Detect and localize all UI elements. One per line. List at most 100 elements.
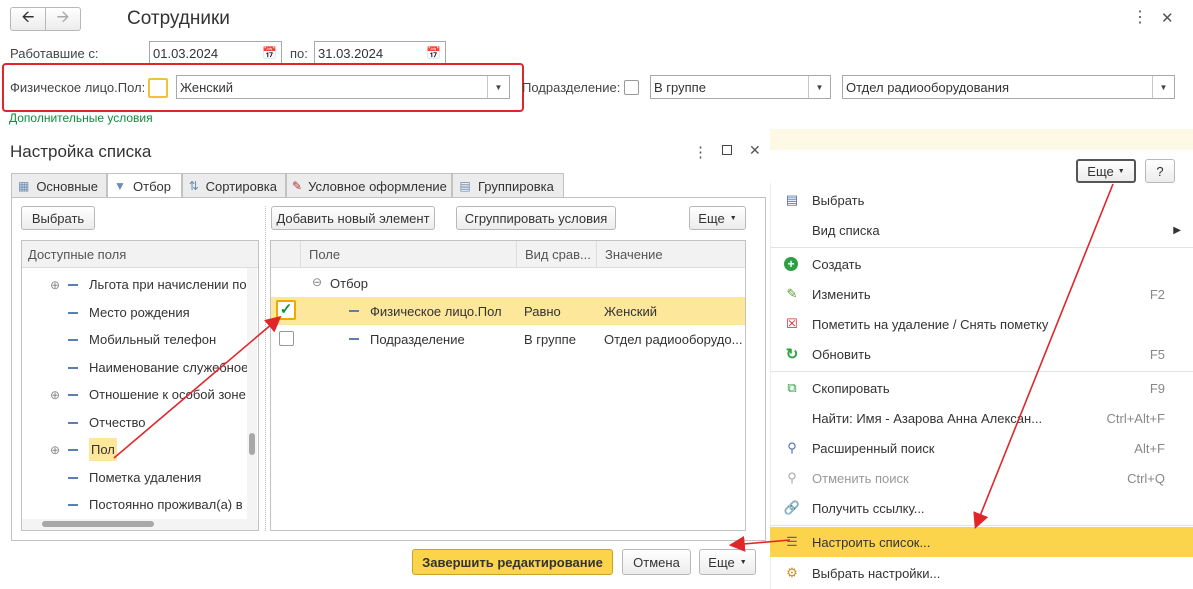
menu-separator [770, 525, 1193, 526]
close-icon[interactable]: ✕ [1161, 9, 1174, 27]
close-icon[interactable]: ✕ [749, 142, 761, 159]
tab-grouping[interactable]: ▤ Группировка [452, 173, 564, 198]
gender-filter-checkbox[interactable] [148, 78, 168, 98]
list-header-strip [770, 129, 1193, 150]
menu-item-list-view[interactable]: Вид списка ▶ [770, 215, 1193, 245]
field-icon [68, 504, 78, 506]
more-actions-icon[interactable]: ⋮ [1132, 10, 1148, 26]
menu-item-create[interactable]: + Создать [770, 249, 1193, 279]
tab-label: Основные [36, 178, 98, 194]
tab-filter[interactable]: ▼ Отбор [107, 173, 182, 199]
menu-item-label: Найти: Имя - Азарова Анна Алексан... [812, 410, 1043, 426]
gender-select[interactable]: Женский ▼ [176, 75, 510, 99]
menu-item-advanced-search[interactable]: ⚲ Расширенный поиск Alt+F [770, 433, 1193, 463]
dialog-title: Настройка списка [10, 142, 152, 161]
calendar-icon[interactable]: 📅 [262, 46, 277, 60]
chevron-down-icon: ▼ [1117, 167, 1125, 175]
chevron-down-icon[interactable]: ▼ [1152, 76, 1174, 98]
list-item[interactable]: Пометка удаления [22, 464, 252, 491]
menu-item-mark-delete[interactable]: ☒ Пометить на удаление / Снять пометку [770, 309, 1193, 339]
maximize-icon[interactable] [722, 145, 732, 155]
cancel-button[interactable]: Отмена [622, 549, 691, 575]
tab-label: Сортировка [205, 178, 277, 194]
list-item[interactable]: ⊕ Пол [22, 436, 252, 463]
department-mode-select[interactable]: В группе ▼ [650, 75, 831, 99]
expand-icon[interactable]: ⊕ [50, 443, 60, 457]
menu-item-find[interactable]: Найти: Имя - Азарова Анна Алексан... Ctr… [770, 403, 1193, 433]
calendar-icon[interactable]: 📅 [426, 46, 441, 60]
menu-item-refresh[interactable]: ↻ Обновить F5 [770, 339, 1193, 369]
to-label: по: [290, 46, 308, 61]
department-filter-checkbox[interactable] [624, 80, 639, 95]
tab-conditional-format[interactable]: ✎ Условное оформление [286, 173, 452, 198]
field-name: Постоянно проживал(а) в К [89, 497, 254, 512]
column-comparison-header[interactable]: Вид срав... [517, 241, 597, 268]
menu-item-configure-list[interactable]: ☰ Настроить список... [770, 527, 1193, 557]
list-item[interactable]: ⊕ Льгота при начислении пос [22, 271, 253, 298]
chevron-down-icon[interactable]: ▼ [808, 76, 830, 98]
menu-item-get-link[interactable]: 🔗 Получить ссылку... [770, 493, 1193, 523]
row-checkbox[interactable] [279, 331, 294, 346]
scroll-thumb[interactable] [42, 521, 154, 527]
table-row[interactable]: ✓ Физическое лицо.Пол Равно Женский [271, 297, 745, 325]
list-item[interactable]: ⊕ Отношение к особой зоне [22, 381, 252, 408]
search-icon: ⚲ [787, 440, 797, 455]
row-checkbox[interactable]: ✓ [276, 300, 296, 320]
field-icon [68, 339, 78, 341]
settings-icon: ⚙ [786, 565, 798, 580]
tab-main[interactable]: ▦ Основные [11, 173, 107, 198]
row-field: Физическое лицо.Пол [370, 304, 502, 319]
select-field-button[interactable]: Выбрать [21, 206, 95, 230]
dialog-more-button[interactable]: Еще ▼ [689, 206, 746, 230]
date-from-field[interactable]: 01.03.2024 📅 [149, 41, 282, 65]
list-item[interactable]: Отчество [22, 409, 252, 436]
group-row[interactable]: ⊖ Отбор [271, 269, 745, 297]
expand-icon[interactable]: ⊕ [50, 278, 60, 292]
sort-icon: ⇅ [188, 178, 199, 193]
list-item[interactable]: Постоянно проживал(а) в К [22, 491, 254, 518]
menu-item-edit[interactable]: ✎ Изменить F2 [770, 279, 1193, 309]
list-item[interactable]: Наименование служебное [22, 354, 252, 381]
menu-item-select[interactable]: ▤ Выбрать [770, 185, 1193, 215]
expand-icon[interactable]: ⊕ [50, 388, 60, 402]
field-icon [349, 338, 359, 340]
dialog-more-icon[interactable]: ⋮ [693, 143, 708, 161]
collapse-icon[interactable]: ⊖ [312, 275, 322, 289]
menu-item-label: Скопировать [812, 380, 890, 396]
splitter[interactable] [265, 206, 266, 531]
list-item[interactable]: Мобильный телефон [22, 326, 252, 353]
extra-conditions-link[interactable]: Дополнительные условия [9, 111, 153, 125]
department-value: Отдел радиооборудования [846, 79, 1010, 95]
chevron-down-icon[interactable]: ▼ [487, 76, 509, 98]
scroll-thumb[interactable] [249, 433, 255, 455]
column-value-header[interactable]: Значение [597, 241, 745, 268]
add-element-button[interactable]: Добавить новый элемент [271, 206, 435, 230]
tab-sort[interactable]: ⇅ Сортировка [182, 173, 286, 198]
finish-editing-button[interactable]: Завершить редактирование [412, 549, 613, 575]
refresh-icon: ↻ [785, 346, 799, 363]
department-mode-value: В группе [654, 79, 706, 95]
date-to-field[interactable]: 31.03.2024 📅 [314, 41, 446, 65]
horizontal-scrollbar[interactable] [22, 519, 258, 530]
more-label: Еще [1087, 163, 1114, 179]
back-button[interactable]: 🡨 [10, 7, 46, 31]
menu-item-shortcut: F5 [1149, 346, 1165, 362]
menu-item-cancel-search[interactable]: ⚲ Отменить поиск Ctrl+Q [770, 463, 1193, 493]
help-button[interactable]: ? [1145, 159, 1175, 183]
menu-item-copy[interactable]: ⧉ Скопировать F9 [770, 373, 1193, 403]
menu-item-label: Изменить [812, 286, 871, 302]
department-select[interactable]: Отдел радиооборудования ▼ [842, 75, 1175, 99]
list-item[interactable]: Место рождения [22, 299, 252, 326]
table-row[interactable]: Подразделение В группе Отдел радиооборуд… [271, 325, 745, 353]
forward-button[interactable]: 🡪 [45, 7, 81, 31]
tab-label: Группировка [478, 178, 554, 194]
tab-label: Отбор [133, 179, 171, 194]
group-conditions-button[interactable]: Сгруппировать условия [456, 206, 616, 230]
vertical-scrollbar[interactable] [247, 268, 257, 519]
menu-item-shortcut: Alt+F [1134, 440, 1165, 456]
footer-more-button[interactable]: Еще ▼ [699, 549, 756, 575]
column-field-header[interactable]: Поле [301, 241, 517, 268]
more-button[interactable]: Еще ▼ [1076, 159, 1136, 183]
menu-item-select-settings[interactable]: ⚙ Выбрать настройки... [770, 558, 1193, 588]
chevron-down-icon: ▼ [739, 558, 747, 566]
